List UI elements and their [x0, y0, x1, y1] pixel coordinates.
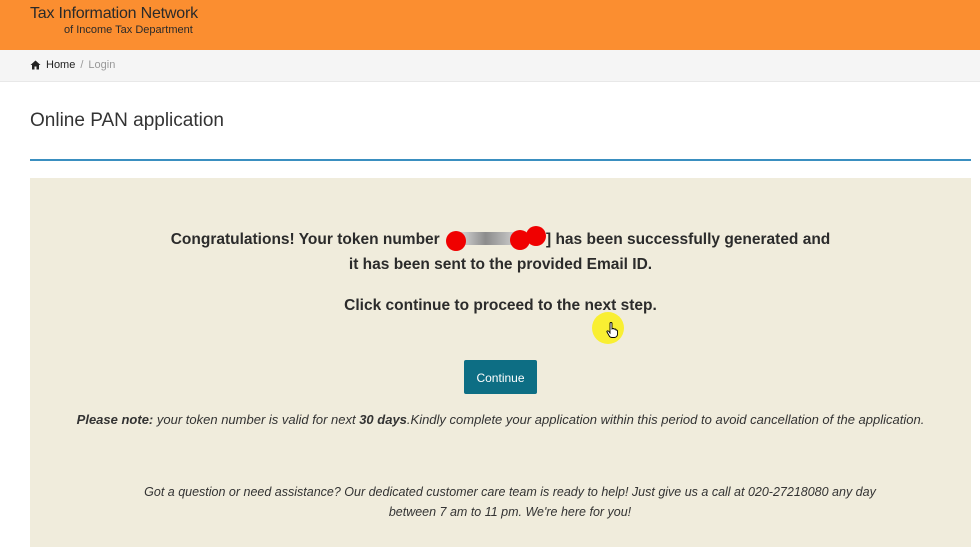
customer-care-message: Got a question or need assistance? Our d… [110, 482, 910, 522]
success-text-end: ] has been successfully generated and [546, 231, 831, 248]
breadcrumb-separator: / [80, 59, 84, 71]
breadcrumb: Home / Login [30, 59, 115, 71]
site-title[interactable]: Tax Information Network [30, 5, 198, 23]
page-title: Online PAN application [30, 110, 224, 131]
continue-button[interactable]: Continue [464, 360, 537, 394]
note-text-after: .Kindly complete your application within… [406, 412, 925, 427]
note-days: 30 days [359, 412, 407, 427]
help-line1: Got a question or need assistance? Our d… [144, 485, 876, 499]
success-message-line2: it has been sent to the provided Email I… [348, 256, 653, 273]
success-message-line1: Congratulations! Your token number ] has… [30, 226, 971, 251]
validity-note: Please note: your token number is valid … [30, 412, 971, 427]
token-number-redacted [446, 226, 546, 251]
breadcrumb-current: Login [88, 59, 116, 71]
note-label: Please note: [76, 412, 154, 427]
note-text-before: your token number is valid for next [153, 412, 360, 427]
help-line2: between 7 am to 11 pm. We're here for yo… [388, 505, 632, 519]
site-header: Tax Information Network of Income Tax De… [0, 0, 980, 50]
confirmation-panel: Congratulations! Your token number ] has… [30, 178, 971, 547]
site-subtitle: of Income Tax Department [64, 24, 193, 36]
home-icon[interactable] [30, 60, 41, 70]
breadcrumb-home-link[interactable]: Home [46, 59, 75, 71]
hand-cursor-icon [606, 322, 618, 343]
success-text-start: Congratulations! Your token number [170, 231, 440, 248]
breadcrumb-bar: Home / Login [0, 50, 980, 82]
continue-instruction: Click continue to proceed to the next st… [344, 297, 657, 314]
title-divider [30, 159, 971, 161]
